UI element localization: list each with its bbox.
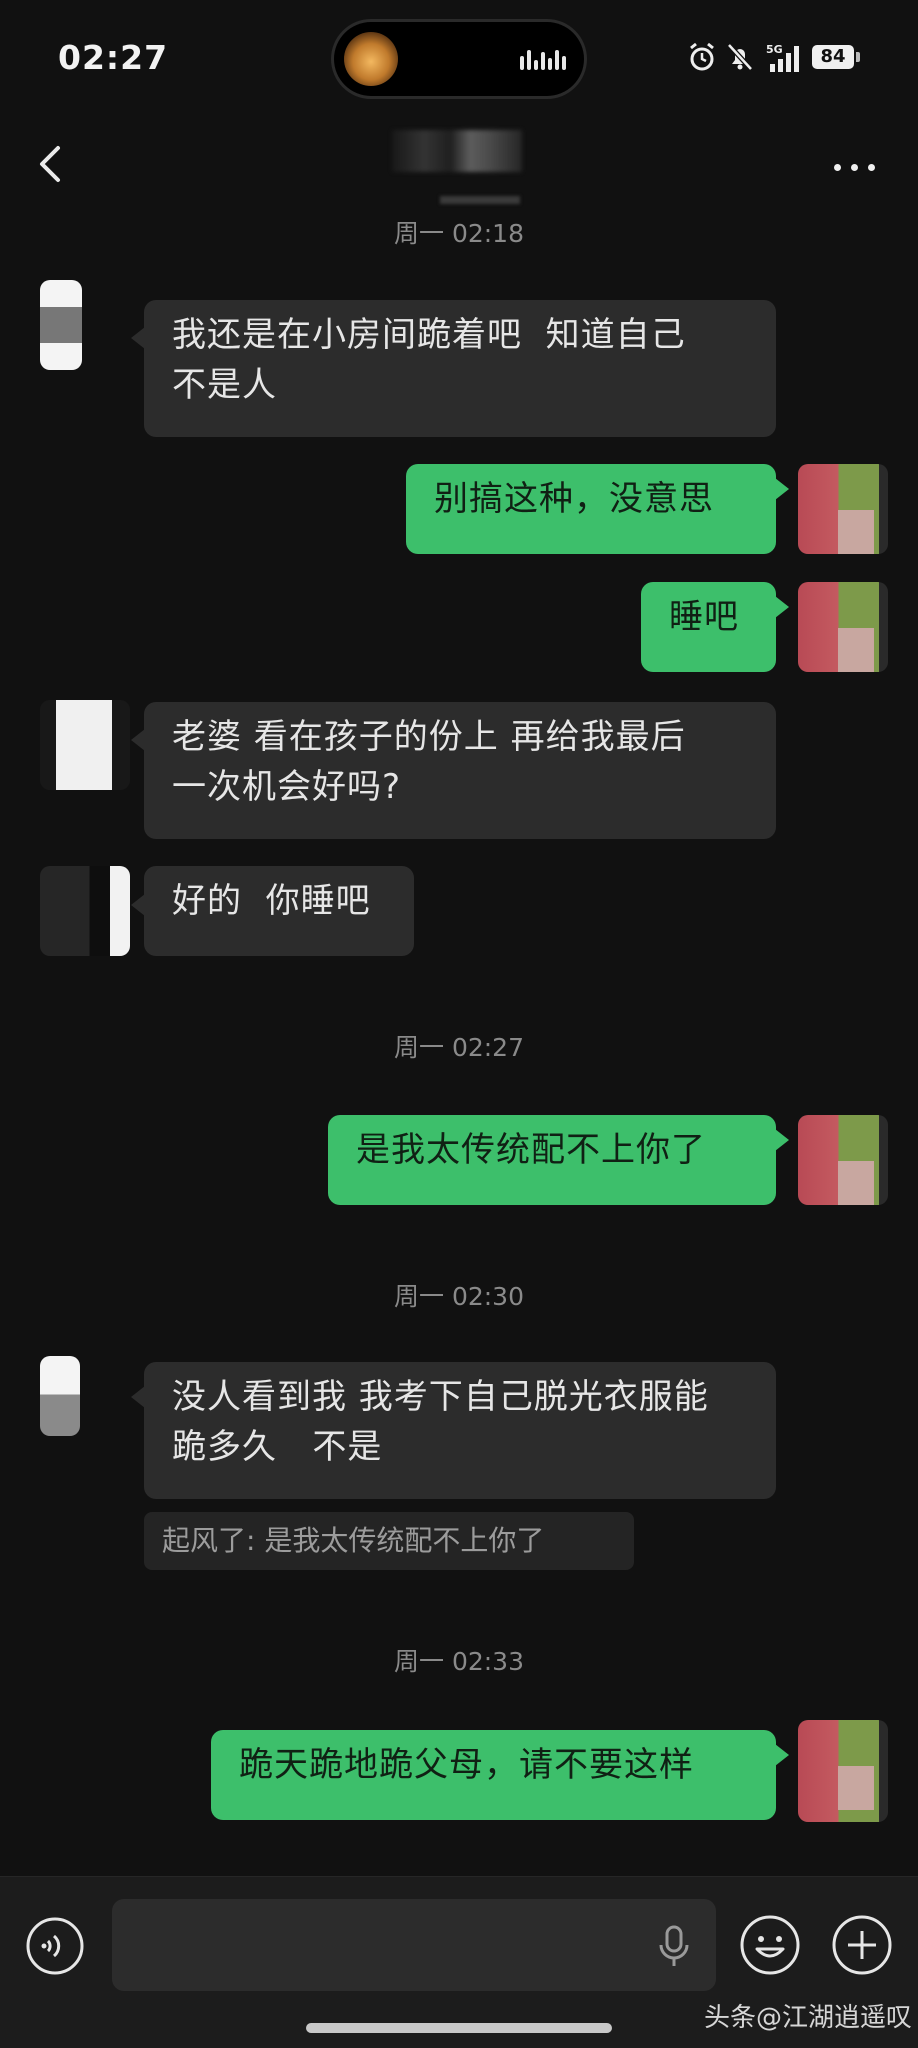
audio-wave-icon bbox=[520, 48, 566, 70]
message-timestamp: 周一 02:33 bbox=[394, 1647, 524, 1676]
home-indicator[interactable] bbox=[306, 2023, 612, 2033]
user-avatar[interactable] bbox=[798, 1720, 888, 1822]
contact-avatar[interactable] bbox=[40, 866, 130, 956]
alarm-clock-icon bbox=[690, 42, 714, 71]
more-dots-icon[interactable] bbox=[820, 144, 890, 188]
message-input[interactable] bbox=[112, 1899, 716, 1991]
user-avatar[interactable] bbox=[798, 464, 888, 554]
outgoing-message[interactable]: 是我太传统配不上你了 bbox=[328, 1115, 776, 1205]
user-avatar[interactable] bbox=[798, 1115, 888, 1205]
contact-avatar[interactable] bbox=[40, 1356, 80, 1436]
signal-5g-icon: 5G bbox=[766, 43, 799, 72]
chat-title-redacted-underline bbox=[440, 196, 520, 204]
quoted-reply[interactable]: 起风了: 是我太传统配不上你了 bbox=[144, 1512, 634, 1570]
chat-screen: 02:27 5G 84 周一 02:18 我还是在小房间跪着吧 知道自己 不是人… bbox=[0, 0, 918, 2048]
message-input-bar: 头条@江湖逍遥叹 bbox=[0, 1876, 918, 2048]
emoji-icon[interactable] bbox=[738, 1913, 802, 1977]
chevron-left-icon[interactable] bbox=[26, 134, 76, 194]
chat-title-redacted bbox=[392, 130, 522, 172]
outgoing-message[interactable]: 跪天跪地跪父母，请不要这样 bbox=[211, 1730, 776, 1820]
status-bar: 02:27 5G 84 bbox=[0, 0, 918, 118]
battery-icon: 84 bbox=[812, 45, 862, 71]
music-artwork-icon bbox=[344, 32, 398, 86]
contact-avatar[interactable] bbox=[40, 280, 82, 370]
network-label: 5G bbox=[766, 43, 783, 56]
bell-mute-icon bbox=[727, 43, 753, 71]
chat-header bbox=[0, 118, 918, 214]
microphone-icon[interactable] bbox=[656, 1925, 692, 1969]
outgoing-message[interactable]: 别搞这种，没意思 bbox=[406, 464, 776, 554]
battery-level: 84 bbox=[812, 45, 854, 69]
message-timestamp: 周一 02:18 bbox=[394, 219, 524, 248]
incoming-message[interactable]: 老婆 看在孩子的份上 再给我最后 一次机会好吗? bbox=[144, 702, 776, 839]
message-list[interactable]: 周一 02:18 我还是在小房间跪着吧 知道自己 不是人 别搞这种，没意思 睡吧… bbox=[0, 214, 918, 1876]
message-timestamp: 周一 02:30 bbox=[394, 1282, 524, 1311]
incoming-message[interactable]: 好的 你睡吧 bbox=[144, 866, 414, 956]
incoming-message[interactable]: 我还是在小房间跪着吧 知道自己 不是人 bbox=[144, 300, 776, 437]
message-timestamp: 周一 02:27 bbox=[394, 1033, 524, 1062]
outgoing-message[interactable]: 睡吧 bbox=[641, 582, 776, 672]
incoming-message[interactable]: 没人看到我 我考下自己脱光衣服能 跪多久 不是 bbox=[144, 1362, 776, 1499]
watermark-text: 头条@江湖逍遥叹 bbox=[704, 2003, 913, 2033]
contact-avatar[interactable] bbox=[40, 700, 130, 790]
status-icons: 5G 84 bbox=[688, 40, 888, 80]
status-time: 02:27 bbox=[58, 38, 169, 77]
voice-toggle-icon[interactable] bbox=[24, 1915, 86, 1977]
plus-icon[interactable] bbox=[830, 1913, 894, 1977]
dynamic-island[interactable] bbox=[334, 22, 584, 96]
user-avatar[interactable] bbox=[798, 582, 888, 672]
